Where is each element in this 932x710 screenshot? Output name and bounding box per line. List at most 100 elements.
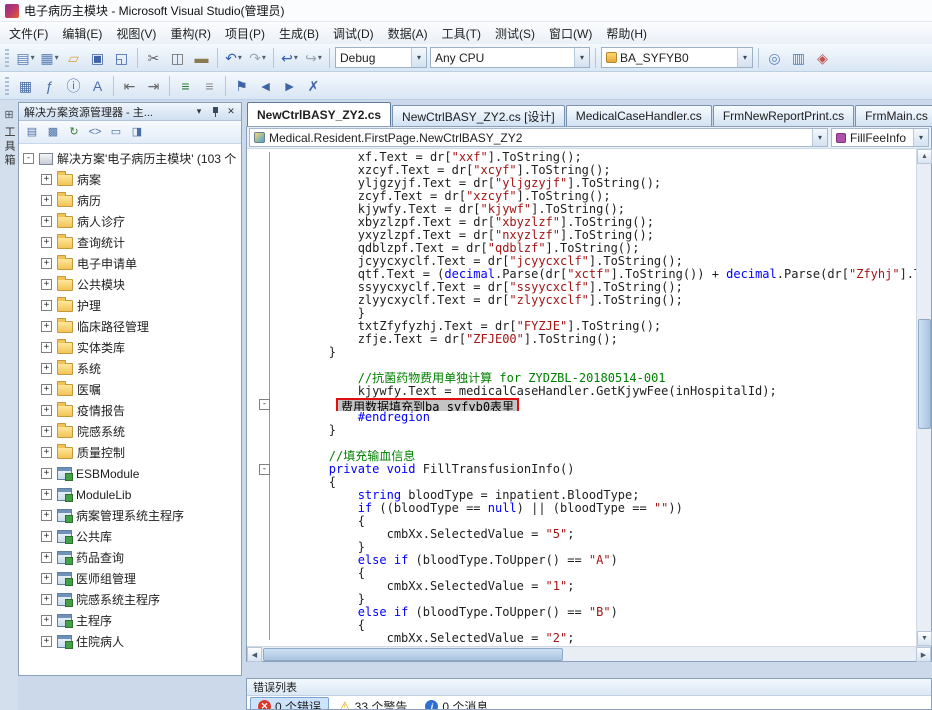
code-text[interactable]: jcyycxyclf.Text = dr["jcyycxclf"].ToStri… (271, 255, 916, 268)
next-bookmark-button[interactable]: ► (278, 75, 301, 97)
code-text[interactable]: else if (bloodType.ToUpper() == "B") (271, 606, 916, 619)
solution-platforms-combo[interactable]: Any CPU ▾ (430, 47, 590, 68)
menu-item[interactable]: 测试(S) (488, 22, 542, 45)
document-tab[interactable]: NewCtrlBASY_ZY2.cs [设计] (392, 105, 565, 126)
dropdown-arrow-icon[interactable]: ▾ (411, 48, 426, 67)
document-tab[interactable]: FrmMain.cs (855, 105, 932, 126)
scroll-left-icon[interactable]: ◀ (247, 647, 262, 662)
clear-bookmarks-button[interactable]: ✗ (302, 75, 325, 97)
pin-icon[interactable] (208, 105, 222, 119)
code-text[interactable]: xzcyf.Text = dr["xcyf"].ToString(); (271, 164, 916, 177)
expand-icon[interactable]: + (41, 342, 52, 353)
cut-button[interactable]: ✂ (142, 47, 165, 69)
menu-item[interactable]: 帮助(H) (599, 22, 654, 45)
command-window-button[interactable]: ▥ (787, 47, 810, 69)
expand-icon[interactable]: + (41, 237, 52, 248)
code-text[interactable]: //抗菌药物费用单独计算 for ZYDZBL-20180514-001 (271, 372, 916, 385)
messages-filter-button[interactable]: i0 个消息 (417, 697, 496, 709)
tree-item[interactable]: + ModuleLib (19, 484, 241, 505)
code-text[interactable]: { (271, 567, 916, 580)
code-text[interactable]: string bloodType = inpatient.BloodType; (271, 489, 916, 502)
menu-item[interactable]: 编辑(E) (55, 22, 109, 45)
horizontal-scrollbar[interactable]: ◀ ▶ (247, 646, 931, 662)
menu-item[interactable]: 重构(R) (163, 22, 218, 45)
increase-indent-button[interactable]: ⇥ (142, 75, 165, 97)
code-text[interactable]: xbyzlzpf.Text = dr["xbyzlzf"].ToString()… (271, 216, 916, 229)
code-text[interactable]: zfje.Text = dr["ZFJE00"].ToString(); (271, 333, 916, 346)
tree-item[interactable]: + 主程序 (19, 610, 241, 631)
code-text[interactable]: ssyycxyclf.Text = dr["ssyycxclf"].ToStri… (271, 281, 916, 294)
menu-item[interactable]: 视图(V) (109, 22, 163, 45)
error-list-header[interactable]: 错误列表 (247, 679, 931, 696)
code-text[interactable]: { (271, 515, 916, 528)
expand-icon[interactable]: + (41, 405, 52, 416)
redo-button[interactable]: ↷ ▾ (246, 47, 269, 69)
code-text[interactable]: { (271, 476, 916, 489)
paste-button[interactable]: ▬ (190, 47, 213, 69)
menu-item[interactable]: 工具(T) (435, 22, 488, 45)
menu-item[interactable]: 窗口(W) (542, 22, 599, 45)
expand-icon[interactable]: + (41, 531, 52, 542)
types-dropdown[interactable]: Medical.Resident.FirstPage.NewCtrlBASY_Z… (249, 128, 828, 147)
vertical-scrollbar-thumb[interactable] (918, 319, 931, 429)
code-text[interactable]: } (271, 541, 916, 554)
tree-item[interactable]: + 公共库 (19, 526, 241, 547)
dropdown-arrow-icon[interactable]: ▾ (737, 48, 752, 67)
window-menu-icon[interactable]: ▾ (192, 105, 206, 119)
expand-icon[interactable]: + (41, 363, 52, 374)
toolbox-window-button[interactable]: ◈ (811, 47, 834, 69)
tree-item[interactable]: + 公共模块 (19, 274, 241, 295)
warnings-filter-button[interactable]: ⚠ 33 个警告 (331, 697, 415, 710)
toolbox-tab[interactable]: ⊞ 工具箱 (0, 100, 18, 168)
tree-item[interactable]: + 药品查询 (19, 547, 241, 568)
uncomment-selection-button[interactable]: ≡ (198, 75, 221, 97)
find-in-files-button[interactable]: ◎ (763, 47, 786, 69)
dropdown-arrow-icon[interactable]: ▾ (812, 129, 827, 146)
code-text[interactable]: //填充输血信息 (271, 450, 916, 463)
tree-item[interactable]: + 病历 (19, 190, 241, 211)
expand-icon[interactable]: + (41, 216, 52, 227)
close-icon[interactable]: ✕ (224, 105, 238, 119)
tree-item[interactable]: + 住院病人 (19, 631, 241, 652)
code-text[interactable]: else if (bloodType.ToUpper() == "A") (271, 554, 916, 567)
menu-item[interactable]: 生成(B) (272, 22, 326, 45)
code-text[interactable]: } (271, 307, 916, 320)
collapse-icon[interactable]: - (23, 153, 34, 164)
code-text[interactable]: #endregion (271, 411, 916, 424)
tree-item[interactable]: + 医嘱 (19, 379, 241, 400)
expand-icon[interactable]: + (41, 195, 52, 206)
add-new-item-button[interactable]: ▦ ▾ (38, 47, 61, 69)
dropdown-arrow-icon[interactable]: ▾ (913, 129, 928, 146)
members-dropdown[interactable]: FillFeeInfo ▾ (831, 128, 929, 147)
document-tab[interactable]: MedicalCaseHandler.cs (565, 105, 712, 126)
save-button[interactable]: ▣ (86, 47, 109, 69)
tree-item[interactable]: + 疫情报告 (19, 400, 241, 421)
view-code-button[interactable]: <> (85, 123, 105, 142)
code-text[interactable]: cmbXx.SelectedValue = "5"; (271, 528, 916, 541)
expand-icon[interactable]: + (41, 552, 52, 563)
toolbar-grip[interactable] (5, 48, 9, 67)
properties-button[interactable]: ▤ (22, 123, 42, 142)
code-text[interactable]: cmbXx.SelectedValue = "1"; (271, 580, 916, 593)
errors-filter-button[interactable]: ✕ 0 个错误 (250, 697, 330, 709)
tree-item[interactable]: + 质量控制 (19, 442, 241, 463)
scroll-down-icon[interactable]: ▼ (917, 631, 932, 646)
decrease-indent-button[interactable]: ⇤ (118, 75, 141, 97)
horizontal-scrollbar-thumb[interactable] (263, 648, 563, 661)
view-designer-button[interactable]: ▭ (106, 123, 126, 142)
new-project-button[interactable]: ▤ ▾ (14, 47, 37, 69)
code-editor[interactable]: xf.Text = dr["xxf"].ToString(); xzcyf.Te… (247, 149, 916, 646)
display-word-completion-button[interactable]: A (86, 75, 109, 97)
code-text[interactable]: private void FillTransfusionInfo() (271, 463, 916, 476)
code-text[interactable]: cmbXx.SelectedValue = "2"; (271, 632, 916, 645)
document-tab[interactable]: NewCtrlBASY_ZY2.cs (247, 102, 392, 126)
tree-item[interactable]: + 院感系统 (19, 421, 241, 442)
menu-item[interactable]: 数据(A) (381, 22, 435, 45)
solution-configurations-combo[interactable]: Debug ▾ (335, 47, 427, 68)
code-text[interactable]: } (271, 424, 916, 437)
toolbar-grip[interactable] (5, 76, 9, 95)
vertical-scrollbar[interactable]: ▲ ▼ (916, 149, 932, 646)
expand-icon[interactable]: + (41, 510, 52, 521)
expand-icon[interactable]: + (41, 321, 52, 332)
undo-button[interactable]: ↶ ▾ (222, 47, 245, 69)
